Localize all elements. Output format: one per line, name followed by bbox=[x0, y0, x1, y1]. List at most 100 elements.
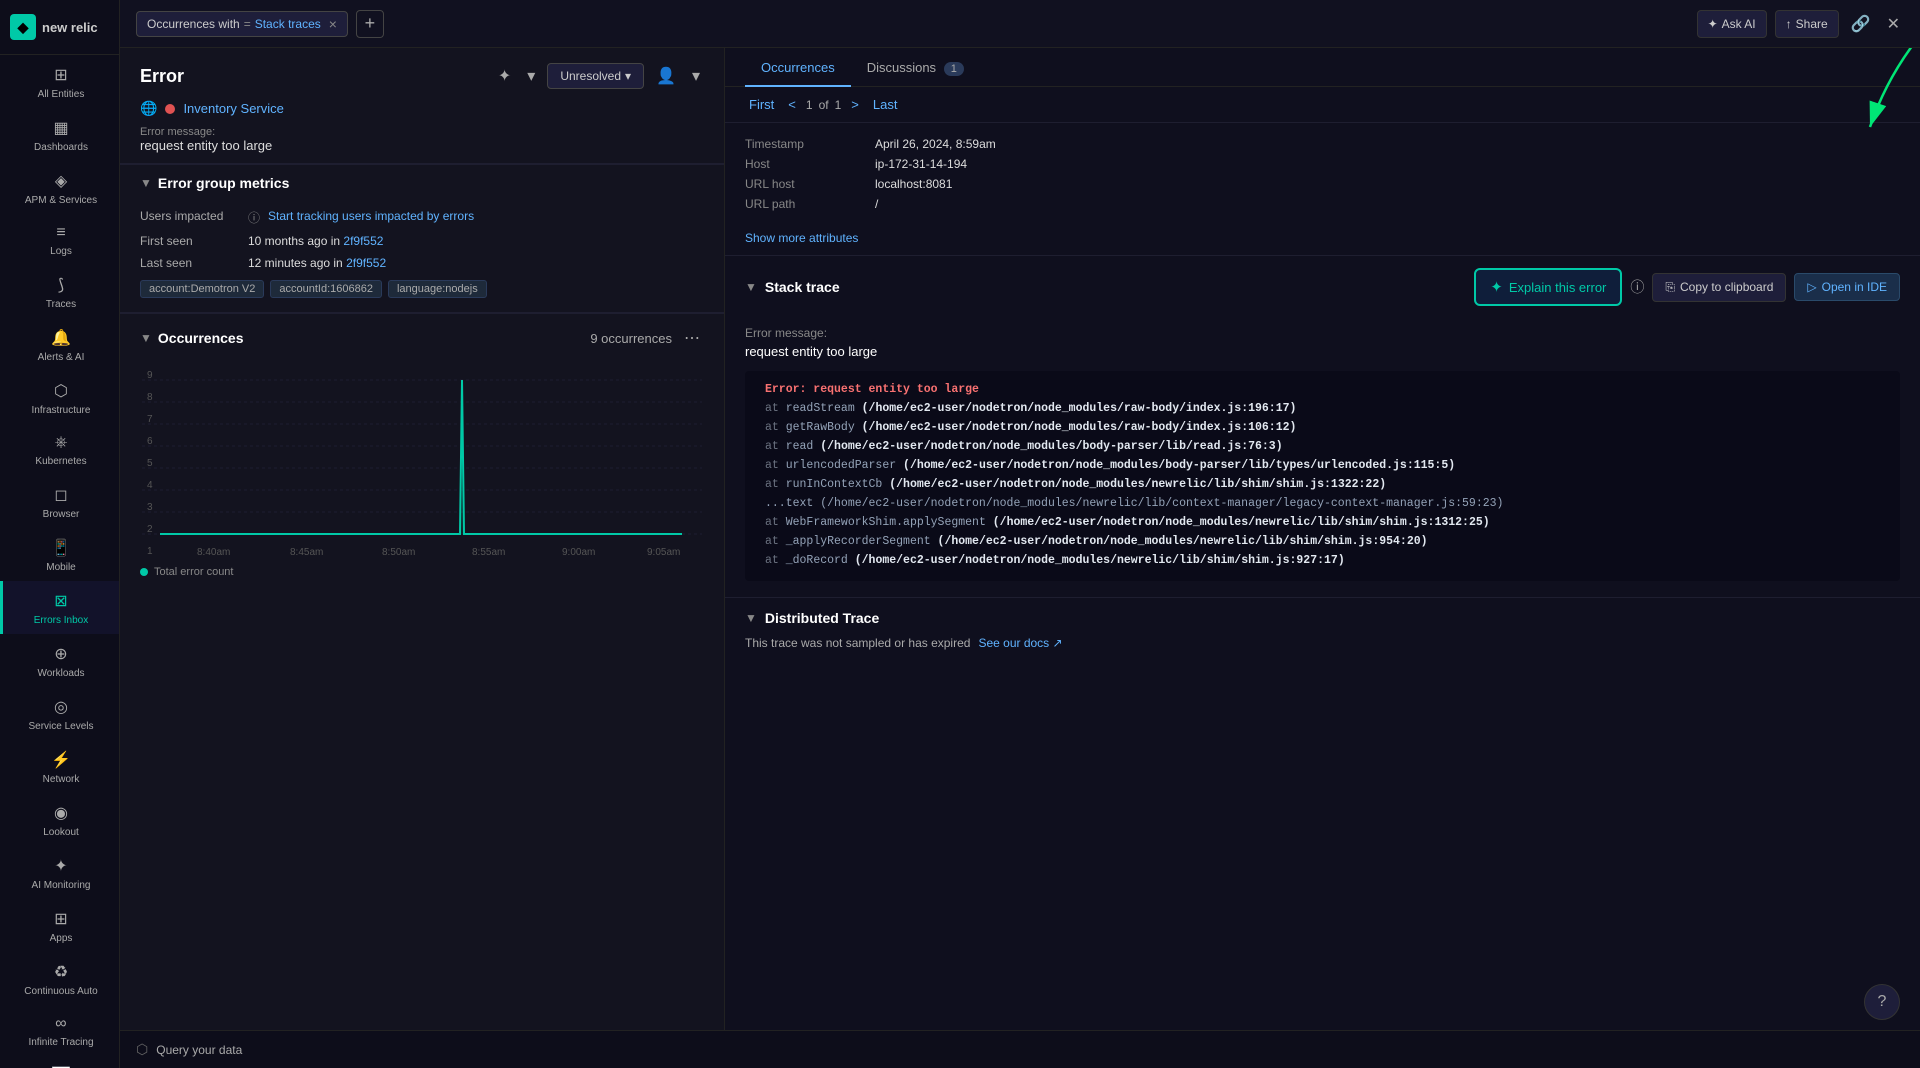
users-impacted-label: Users impacted bbox=[140, 209, 240, 223]
dist-trace-link[interactable]: See our docs ↗ bbox=[978, 636, 1062, 650]
sidebar-item-dashboards[interactable]: ▦Dashboards bbox=[0, 108, 119, 161]
error-header: Error ✦ ▾ Unresolved ▾ 👤 ▾ 🌐 bbox=[120, 48, 724, 164]
sidebar-item-network[interactable]: ⚡Network bbox=[0, 740, 119, 793]
nav-next-btn[interactable]: > bbox=[847, 95, 863, 114]
stack-collapse-icon: ▼ bbox=[745, 280, 757, 294]
infinite-tracing-icon: ∞ bbox=[55, 1015, 66, 1033]
sidebar-item-logs[interactable]: ≡Logs bbox=[0, 214, 119, 265]
sidebar-item-errors-inbox[interactable]: ⊠Errors Inbox bbox=[0, 581, 119, 634]
entity-name[interactable]: Inventory Service bbox=[183, 101, 283, 116]
browser-icon: ◻ bbox=[54, 485, 67, 505]
stack-line-1: at readStream (/home/ec2-user/nodetron/n… bbox=[765, 400, 1880, 419]
copy-clipboard-button[interactable]: ⎘ Copy to clipboard bbox=[1652, 273, 1786, 302]
sidebar-label-ai-monitoring: AI Monitoring bbox=[32, 880, 91, 891]
error-message-block: Error message: request entity too large bbox=[725, 316, 1920, 371]
ai-monitoring-icon: ✦ bbox=[54, 856, 67, 876]
error-title: Error bbox=[140, 66, 184, 87]
sidebar-label-kubernetes: Kubernetes bbox=[35, 456, 86, 467]
sidebar-item-continuous-auto[interactable]: ♻Continuous Auto bbox=[0, 952, 119, 1005]
open-in-ide-button[interactable]: ▷ Open in IDE bbox=[1794, 273, 1900, 301]
sidebar-nav: ⊞All Entities▦Dashboards◈APM & Services≡… bbox=[0, 55, 119, 1068]
logo[interactable]: ◆ new relic bbox=[0, 0, 119, 55]
stack-line-0: Error: request entity too large bbox=[765, 381, 1880, 400]
query-bar[interactable]: ⬡ Query your data bbox=[120, 1030, 1920, 1068]
stack-line-2: at getRawBody (/home/ec2-user/nodetron/n… bbox=[765, 419, 1880, 438]
sidebar-item-infinite-tracing[interactable]: ∞Infinite Tracing bbox=[0, 1005, 119, 1056]
unresolved-button[interactable]: Unresolved ▾ bbox=[547, 63, 644, 89]
dist-trace-header: ▼ Distributed Trace bbox=[745, 610, 1900, 626]
explain-error-button[interactable]: ✦ Explain this error bbox=[1474, 268, 1622, 306]
sidebar-item-infrastructure[interactable]: ⬡Infrastructure bbox=[0, 371, 119, 424]
link-button[interactable]: 🔗 bbox=[1847, 10, 1875, 38]
legend-dot bbox=[140, 568, 148, 576]
query-label: Query your data bbox=[156, 1043, 242, 1057]
filter-label: Occurrences with bbox=[147, 17, 240, 31]
service-levels-icon: ◎ bbox=[54, 697, 68, 717]
sidebar-item-all-entities[interactable]: ⊞All Entities bbox=[0, 55, 119, 108]
stack-trace-block: Error: request entity too large at readS… bbox=[745, 371, 1900, 581]
host-value: ip-172-31-14-194 bbox=[875, 157, 967, 171]
nav-last-btn[interactable]: Last bbox=[869, 95, 902, 114]
legend-label: Total error count bbox=[154, 566, 233, 578]
stack-line-4: at urlencodedParser (/home/ec2-user/node… bbox=[765, 457, 1880, 476]
sidebar-item-workloads[interactable]: ⊕Workloads bbox=[0, 634, 119, 687]
more-options-btn[interactable]: ▾ bbox=[688, 62, 704, 90]
timestamp-row: Timestamp April 26, 2024, 8:59am bbox=[745, 137, 1900, 151]
filter-eq: = bbox=[244, 17, 251, 31]
sidebar-item-service-levels[interactable]: ◎Service Levels bbox=[0, 687, 119, 740]
explain-label: Explain this error bbox=[1509, 280, 1607, 295]
tab-occurrences[interactable]: Occurrences bbox=[745, 48, 851, 87]
help-icon[interactable]: ⓘ bbox=[248, 209, 260, 226]
sidebar-item-model-performance[interactable]: 📊Model Performa... bbox=[0, 1056, 119, 1068]
dist-trace-text: This trace was not sampled or has expire… bbox=[745, 636, 970, 650]
timestamp-value: April 26, 2024, 8:59am bbox=[875, 137, 996, 151]
show-more-attributes-link[interactable]: Show more attributes bbox=[725, 231, 1920, 255]
nav-first-btn[interactable]: First bbox=[745, 95, 778, 114]
chart-legend: Total error count bbox=[140, 566, 704, 578]
share-button[interactable]: ↑ Share bbox=[1775, 10, 1839, 38]
sidebar-item-lookout[interactable]: ◉Lookout bbox=[0, 793, 119, 846]
apm-services-icon: ◈ bbox=[55, 171, 67, 191]
url-host-value: localhost:8081 bbox=[875, 177, 952, 191]
metrics-section: Users impacted ⓘ Start tracking users im… bbox=[120, 199, 724, 313]
sidebar-label-infrastructure: Infrastructure bbox=[32, 405, 91, 416]
start-tracking-link[interactable]: Start tracking users impacted by errors bbox=[268, 209, 474, 223]
sidebar-item-browser[interactable]: ◻Browser bbox=[0, 475, 119, 528]
error-panel: Error ✦ ▾ Unresolved ▾ 👤 ▾ 🌐 bbox=[120, 48, 1920, 1068]
chevron-icon-btn[interactable]: ▾ bbox=[523, 62, 539, 90]
user-icon-btn[interactable]: 👤 bbox=[652, 62, 680, 90]
occurrences-more-btn[interactable]: ⋯ bbox=[680, 324, 704, 352]
sidebar-item-ai-monitoring[interactable]: ✦ AI Monitoring bbox=[0, 846, 119, 899]
logo-text: new relic bbox=[42, 20, 98, 35]
sidebar-item-alerts-ai[interactable]: 🔔Alerts & AI bbox=[0, 318, 119, 371]
sidebar-item-mobile[interactable]: 📱Mobile bbox=[0, 528, 119, 581]
sidebar-item-traces[interactable]: ⟆Traces bbox=[0, 265, 119, 318]
first-seen-hash[interactable]: 2f9f552 bbox=[343, 234, 383, 248]
magic-icon-btn[interactable]: ✦ bbox=[494, 62, 515, 90]
ask-ai-button[interactable]: ✦ Ask AI bbox=[1697, 10, 1767, 38]
error-group-metrics-header[interactable]: ▼ Error group metrics bbox=[120, 164, 724, 199]
sidebar-item-kubernetes[interactable]: ⎈Kubernetes bbox=[0, 424, 119, 475]
sidebar-item-apps[interactable]: ⊞Apps bbox=[0, 899, 119, 952]
last-seen-hash[interactable]: 2f9f552 bbox=[346, 256, 386, 270]
svg-text:7: 7 bbox=[147, 414, 153, 425]
dist-collapse-icon: ▼ bbox=[745, 611, 757, 625]
help-fab-button[interactable]: ? bbox=[1864, 984, 1900, 1020]
stack-line-5: at runInContextCb (/home/ec2-user/nodetr… bbox=[765, 476, 1880, 495]
error-title-actions: ✦ ▾ Unresolved ▾ 👤 ▾ bbox=[494, 62, 704, 90]
nav-prev-btn[interactable]: < bbox=[784, 95, 800, 114]
svg-text:4: 4 bbox=[147, 480, 153, 491]
sidebar-label-lookout: Lookout bbox=[43, 827, 79, 838]
query-icon: ⬡ bbox=[136, 1041, 148, 1058]
sidebar-item-apm-services[interactable]: ◈APM & Services bbox=[0, 161, 119, 214]
mobile-icon: 📱 bbox=[51, 538, 71, 558]
tab-discussions[interactable]: Discussions 1 bbox=[851, 48, 980, 87]
filter-close-btn[interactable]: × bbox=[329, 16, 337, 32]
close-button[interactable]: ✕ bbox=[1883, 10, 1904, 38]
nav-total: 1 bbox=[835, 98, 842, 112]
add-filter-button[interactable]: + bbox=[356, 10, 384, 38]
url-host-label: URL host bbox=[745, 177, 875, 191]
stack-info-btn[interactable]: ⓘ bbox=[1630, 277, 1644, 297]
external-link-icon: ↗ bbox=[1053, 636, 1063, 650]
svg-text:9:00am: 9:00am bbox=[562, 547, 595, 558]
